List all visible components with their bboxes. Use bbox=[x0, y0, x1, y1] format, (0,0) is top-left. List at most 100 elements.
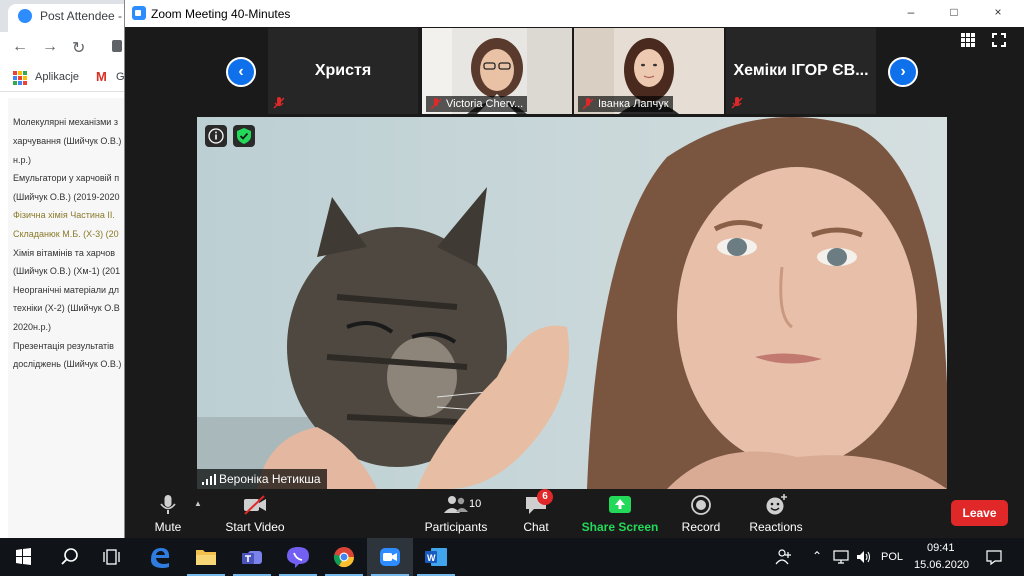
taskbar-viber[interactable] bbox=[275, 538, 321, 576]
course-link[interactable]: (Шийчук О.В.) (2019-2020 bbox=[13, 192, 119, 202]
teams-icon bbox=[242, 551, 262, 564]
participants-icon bbox=[444, 496, 468, 513]
course-link[interactable]: Хімія вітамінів та харчов bbox=[13, 248, 115, 258]
fullscreen-icon[interactable] bbox=[992, 33, 1006, 47]
search-icon bbox=[61, 548, 78, 565]
minimize-button[interactable]: – bbox=[901, 5, 921, 19]
mic-muted-icon bbox=[582, 98, 594, 110]
chat-label: Chat bbox=[523, 520, 549, 534]
course-link[interactable]: Фізична хімія Частина II. bbox=[13, 210, 115, 220]
taskbar-teams[interactable] bbox=[229, 538, 275, 576]
back-arrow-icon[interactable]: ← bbox=[12, 38, 28, 56]
taskbar-zoom[interactable] bbox=[367, 538, 413, 576]
signal-strength-icon bbox=[202, 474, 216, 485]
gmail-icon[interactable]: M bbox=[96, 69, 107, 84]
zoom-meeting-window: Zoom Meeting 40-Minutes – □ × ‹ Христя V… bbox=[124, 0, 1024, 538]
course-link[interactable]: досліджень (Шийчук О.В.) bbox=[13, 359, 121, 369]
course-link[interactable]: Складанюк М.Б. (Х-3) (20 bbox=[13, 229, 119, 239]
share-screen-button[interactable]: Share Screen bbox=[580, 493, 660, 535]
meeting-info-button[interactable] bbox=[205, 125, 227, 147]
active-speaker-video[interactable]: Вероніка Нетикша bbox=[197, 117, 947, 489]
browser-tab-bar: Post Attendee - Z bbox=[0, 0, 128, 32]
participant-name-label: Victoria Cherv... bbox=[426, 96, 528, 112]
window-title: Zoom Meeting 40-Minutes bbox=[151, 7, 291, 21]
shield-check-icon bbox=[237, 128, 251, 144]
task-view-button[interactable] bbox=[90, 538, 136, 576]
prev-page-button[interactable]: ‹ bbox=[226, 57, 256, 87]
speaker-video-frame bbox=[197, 117, 947, 489]
input-language-indicator[interactable]: POL bbox=[881, 551, 903, 563]
course-link[interactable]: харчування (Шийчук О.В.) bbox=[13, 136, 121, 146]
start-button[interactable] bbox=[0, 538, 46, 576]
next-page-button[interactable]: › bbox=[888, 57, 918, 87]
chrome-icon bbox=[333, 547, 355, 568]
participants-count: 10 bbox=[469, 498, 482, 510]
record-icon bbox=[691, 495, 711, 515]
volume-icon[interactable] bbox=[855, 549, 873, 565]
reactions-label: Reactions bbox=[749, 520, 803, 534]
chat-button[interactable]: Chat bbox=[511, 493, 561, 535]
participant-name: Victoria Cherv... bbox=[446, 98, 524, 110]
clock-time[interactable]: 09:41 bbox=[927, 542, 955, 554]
taskbar-word[interactable]: W bbox=[413, 538, 459, 576]
audio-options-caret-icon[interactable]: ▲ bbox=[194, 499, 202, 508]
reload-icon[interactable]: ↻ bbox=[72, 38, 85, 58]
taskbar-chrome[interactable] bbox=[321, 538, 367, 576]
participant-video-tile[interactable]: Іванка Лапчук bbox=[574, 28, 724, 114]
close-button[interactable]: × bbox=[988, 5, 1008, 19]
show-hidden-icons-chevron-icon[interactable]: ⌃ bbox=[812, 549, 822, 563]
video-off-icon bbox=[244, 495, 266, 515]
participant-video-tile[interactable]: Victoria Cherv... bbox=[422, 28, 572, 114]
share-screen-icon bbox=[609, 496, 631, 513]
bookmark-apps[interactable]: Aplikacje bbox=[35, 71, 79, 83]
notifications-icon[interactable] bbox=[985, 549, 1003, 566]
share-screen-label: Share Screen bbox=[581, 520, 659, 534]
reactions-button[interactable]: Reactions bbox=[745, 493, 807, 535]
course-link[interactable]: Неорганічні матеріали дл bbox=[13, 285, 119, 295]
forward-arrow-icon[interactable]: → bbox=[42, 38, 58, 56]
search-button[interactable] bbox=[46, 538, 92, 576]
mic-muted-icon bbox=[273, 97, 285, 109]
clock-date[interactable]: 15.06.2020 bbox=[914, 559, 969, 571]
word-icon: W bbox=[425, 548, 447, 566]
participant-name: Хеміки ІГОР ЄВ... bbox=[733, 62, 869, 79]
course-link[interactable]: Емульгатори у харчовій п bbox=[13, 173, 119, 183]
mic-muted-icon bbox=[430, 98, 442, 110]
taskbar-file-explorer[interactable] bbox=[183, 538, 229, 576]
course-link[interactable]: 2020н.р.) bbox=[13, 322, 51, 332]
meeting-toolbar: Mute ▲ Start Video Participants 10 Chat … bbox=[125, 489, 1024, 538]
info-icon bbox=[208, 128, 224, 144]
taskbar-edge[interactable] bbox=[137, 538, 183, 576]
people-icon[interactable] bbox=[775, 548, 793, 566]
course-link[interactable]: н.р.) bbox=[13, 155, 31, 165]
course-link[interactable]: (Шийчук О.В.) (Хм-1) (201 bbox=[13, 266, 120, 276]
course-link[interactable]: Презентація результатів bbox=[13, 341, 114, 351]
smiley-plus-icon bbox=[766, 494, 787, 515]
start-video-button[interactable]: Start Video bbox=[220, 493, 290, 535]
lock-icon bbox=[112, 40, 122, 52]
course-link[interactable]: Молекулярні механізми з bbox=[13, 117, 118, 127]
leave-meeting-button[interactable]: Leave bbox=[951, 500, 1008, 526]
participant-name: Іванка Лапчук bbox=[598, 98, 669, 110]
participant-tile[interactable]: Хеміки ІГОР ЄВ... bbox=[726, 28, 876, 114]
windows-taskbar: W ⌃ POL 09:41 15.06.2020 bbox=[0, 538, 1024, 576]
task-view-icon bbox=[103, 549, 120, 565]
record-button[interactable]: Record bbox=[675, 493, 727, 535]
window-titlebar[interactable]: Zoom Meeting 40-Minutes – □ × bbox=[125, 0, 1024, 27]
course-link[interactable]: техніки (Х-2) (Шийчук О.В bbox=[13, 303, 120, 313]
participant-tile[interactable]: Христя bbox=[268, 28, 418, 114]
apps-grid-icon[interactable] bbox=[13, 71, 27, 85]
active-speaker-name: Вероніка Нетикша bbox=[219, 472, 321, 486]
browser-nav-bar: ← → ↻ bbox=[0, 32, 128, 64]
network-icon[interactable] bbox=[832, 549, 850, 565]
mute-button[interactable]: Mute bbox=[145, 493, 191, 535]
gallery-view-icon[interactable] bbox=[961, 33, 975, 47]
active-speaker-label: Вероніка Нетикша bbox=[197, 469, 327, 489]
maximize-button[interactable]: □ bbox=[944, 5, 964, 19]
encryption-status-button[interactable] bbox=[233, 125, 255, 147]
mic-muted-icon bbox=[731, 97, 743, 109]
record-label: Record bbox=[681, 520, 721, 534]
zoom-favicon-icon bbox=[18, 9, 32, 23]
browser-tab-title: Post Attendee - Z bbox=[40, 9, 128, 23]
participants-label: Participants bbox=[424, 520, 488, 534]
